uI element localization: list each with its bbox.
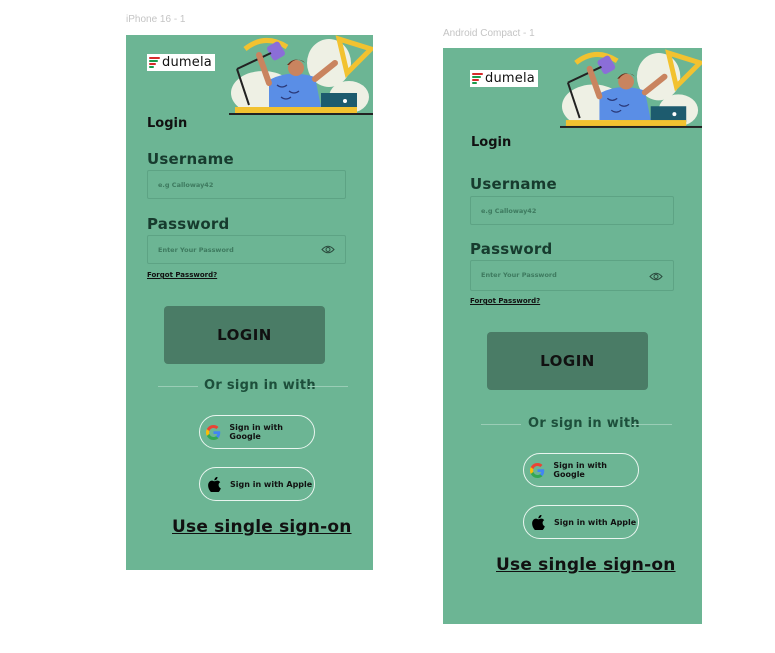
apple-sign-in-button[interactable]: Sign in with Apple xyxy=(199,467,315,501)
apple-sign-in-button[interactable]: Sign in with Apple xyxy=(523,505,639,539)
username-placeholder: e.g Calloway42 xyxy=(158,181,214,189)
or-sign-in-text: Or sign in with xyxy=(204,378,316,393)
password-placeholder: Enter Your Password xyxy=(481,271,557,279)
username-input[interactable]: e.g Calloway42 xyxy=(147,170,346,199)
study-illustration xyxy=(560,49,702,128)
apple-icon xyxy=(530,514,546,530)
login-button-label: LOGIN xyxy=(217,326,272,344)
google-button-label: Sign in with Google xyxy=(553,461,607,479)
password-input[interactable]: Enter Your Password xyxy=(470,260,674,291)
apple-icon xyxy=(206,476,222,492)
username-label: Username xyxy=(470,175,557,193)
divider-right xyxy=(308,386,348,387)
logo-text: dumela xyxy=(485,71,535,86)
password-label: Password xyxy=(470,240,553,258)
divider-left xyxy=(481,424,521,425)
apple-button-label: Sign in with Apple xyxy=(554,517,637,527)
dumela-logo-icon xyxy=(149,56,160,69)
apple-button-label: Sign in with Apple xyxy=(230,479,313,489)
google-sign-in-button[interactable]: Sign in with Google xyxy=(523,453,639,487)
login-button[interactable]: LOGIN xyxy=(164,306,325,364)
username-input[interactable]: e.g Calloway42 xyxy=(470,196,674,225)
page-title: Login xyxy=(471,135,512,150)
frame-label-iphone: iPhone 16 - 1 xyxy=(126,14,186,25)
app-logo: dumela xyxy=(147,54,215,71)
page-title: Login xyxy=(147,116,188,131)
divider-right xyxy=(632,424,672,425)
iphone-frame: dumela Login Username e.g Calloway42 Pas… xyxy=(126,35,373,570)
study-illustration xyxy=(229,35,373,115)
single-sign-on-link[interactable]: Use single sign-on xyxy=(172,517,352,537)
login-button-label: LOGIN xyxy=(540,352,595,370)
google-icon xyxy=(206,424,221,440)
password-input[interactable]: Enter Your Password xyxy=(147,235,346,264)
android-frame: dumela Login Username e.g Calloway42 Pas… xyxy=(443,48,702,624)
forgot-password-link[interactable]: Forgot Password? xyxy=(147,271,217,279)
password-placeholder: Enter Your Password xyxy=(158,246,234,254)
username-label: Username xyxy=(147,150,234,168)
single-sign-on-link[interactable]: Use single sign-on xyxy=(496,555,676,575)
dumela-logo-icon xyxy=(472,72,483,85)
password-label: Password xyxy=(147,215,230,233)
eye-icon[interactable] xyxy=(649,271,663,282)
divider-left xyxy=(158,386,198,387)
google-sign-in-button[interactable]: Sign in with Google xyxy=(199,415,315,449)
username-placeholder: e.g Calloway42 xyxy=(481,207,537,215)
or-sign-in-text: Or sign in with xyxy=(528,416,640,431)
eye-icon[interactable] xyxy=(321,244,335,255)
login-button[interactable]: LOGIN xyxy=(487,332,648,390)
google-icon xyxy=(530,462,545,478)
frame-label-android: Android Compact - 1 xyxy=(443,28,535,39)
app-logo: dumela xyxy=(470,70,538,87)
forgot-password-link[interactable]: Forgot Password? xyxy=(470,297,540,305)
logo-text: dumela xyxy=(162,55,212,70)
google-button-label: Sign in with Google xyxy=(229,423,283,441)
